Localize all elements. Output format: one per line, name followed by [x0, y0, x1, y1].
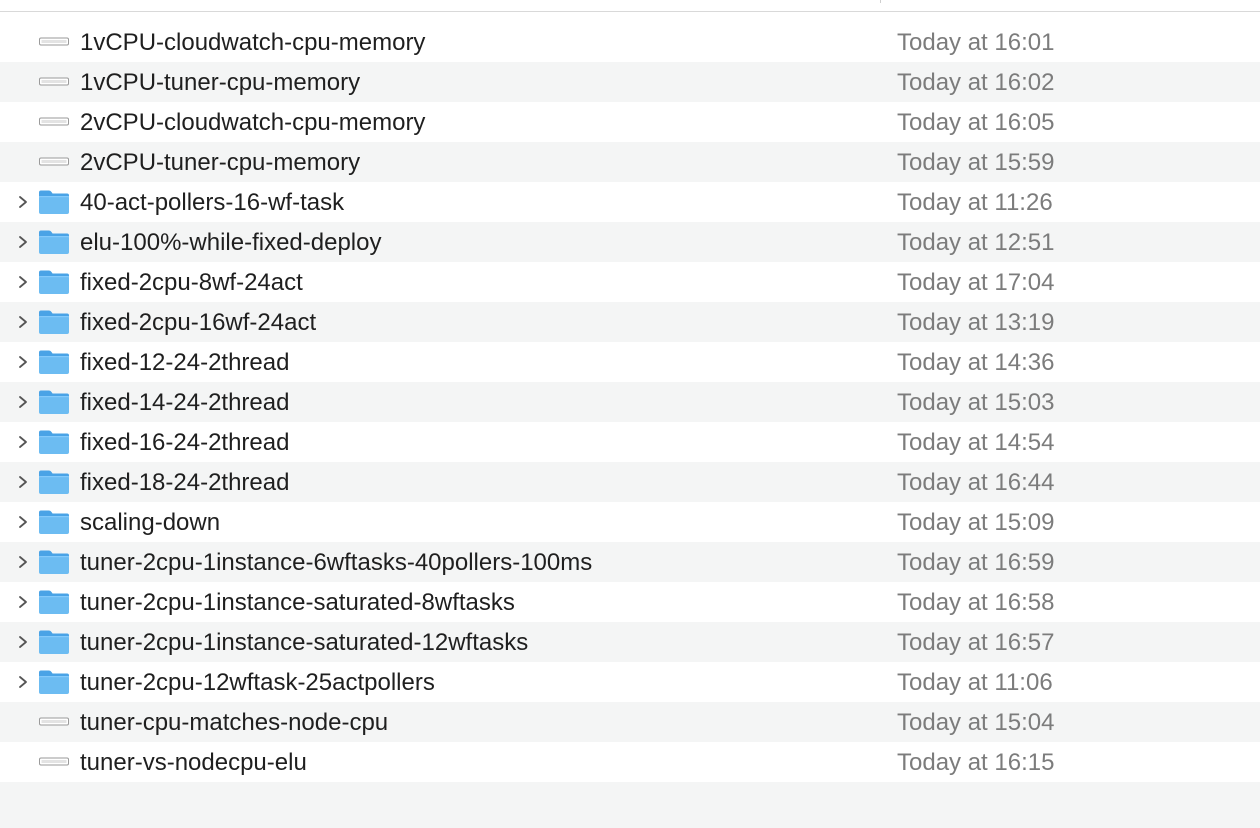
item-date-modified: Today at 15:04	[897, 709, 1055, 736]
folder-icon	[38, 629, 70, 655]
item-date-modified: Today at 14:54	[897, 429, 1055, 456]
item-name[interactable]: tuner-2cpu-1instance-saturated-12wftasks	[80, 622, 528, 662]
item-date-modified: Today at 11:26	[897, 189, 1053, 216]
disclosure-chevron-icon[interactable]	[17, 355, 29, 369]
item-name[interactable]: tuner-2cpu-12wftask-25actpollers	[80, 662, 435, 702]
item-date-modified: Today at 16:57	[897, 629, 1055, 656]
folder-row[interactable]: fixed-12-24-2thread Today at 14:36	[0, 342, 1260, 382]
item-name[interactable]: elu-100%-while-fixed-deploy	[80, 222, 382, 262]
item-name[interactable]: 2vCPU-cloudwatch-cpu-memory	[80, 102, 425, 142]
disclosure-chevron-icon[interactable]	[17, 435, 29, 449]
item-date-modified: Today at 16:01	[897, 29, 1055, 56]
item-date-modified: Today at 15:03	[897, 389, 1055, 416]
folder-row[interactable]: tuner-2cpu-1instance-saturated-8wftasks T…	[0, 582, 1260, 622]
item-date-modified: Today at 16:15	[897, 749, 1055, 776]
empty-list-area	[0, 782, 1260, 828]
document-icon	[38, 109, 70, 135]
item-name[interactable]: fixed-12-24-2thread	[80, 342, 289, 382]
folder-row[interactable]: elu-100%-while-fixed-deploy Today at 12:5…	[0, 222, 1260, 262]
item-date-modified: Today at 16:59	[897, 549, 1055, 576]
disclosure-chevron-icon[interactable]	[17, 515, 29, 529]
folder-icon	[38, 189, 70, 215]
disclosure-chevron-icon[interactable]	[17, 635, 29, 649]
folder-icon	[38, 269, 70, 295]
item-date-modified: Today at 12:51	[897, 229, 1055, 256]
folder-row[interactable]: tuner-2cpu-1instance-saturated-12wftasks…	[0, 622, 1260, 662]
folder-icon	[38, 349, 70, 375]
item-date-modified: Today at 15:09	[897, 509, 1055, 536]
folder-row[interactable]: fixed-18-24-2thread Today at 16:44	[0, 462, 1260, 502]
item-name[interactable]: 40-act-pollers-16-wf-task	[80, 182, 344, 222]
item-date-modified: Today at 11:06	[897, 669, 1053, 696]
folder-row[interactable]: tuner-2cpu-12wftask-25actpollers Today at…	[0, 662, 1260, 702]
disclosure-chevron-icon[interactable]	[17, 555, 29, 569]
folder-icon	[38, 389, 70, 415]
folder-icon	[38, 509, 70, 535]
item-date-modified: Today at 16:44	[897, 469, 1055, 496]
folder-row[interactable]: 40-act-pollers-16-wf-task Today at 11:26	[0, 182, 1260, 222]
disclosure-chevron-icon[interactable]	[17, 275, 29, 289]
item-name[interactable]: tuner-vs-nodecpu-elu	[80, 742, 307, 782]
item-name[interactable]: 1vCPU-tuner-cpu-memory	[80, 62, 360, 102]
folder-row[interactable]: fixed-2cpu-16wf-24act Today at 13:19	[0, 302, 1260, 342]
folder-row[interactable]: fixed-14-24-2thread Today at 15:03	[0, 382, 1260, 422]
disclosure-chevron-icon[interactable]	[17, 195, 29, 209]
item-name[interactable]: fixed-16-24-2thread	[80, 422, 289, 462]
item-name[interactable]: fixed-2cpu-16wf-24act	[80, 302, 316, 342]
folder-row[interactable]: tuner-2cpu-1instance-6wftasks-40pollers-…	[0, 542, 1260, 582]
folder-row[interactable]: fixed-2cpu-8wf-24act Today at 17:04	[0, 262, 1260, 302]
item-name[interactable]: 2vCPU-tuner-cpu-memory	[80, 142, 360, 182]
item-date-modified: Today at 16:02	[897, 69, 1055, 96]
document-icon	[38, 749, 70, 775]
item-date-modified: Today at 15:59	[897, 149, 1055, 176]
item-name[interactable]: fixed-18-24-2thread	[80, 462, 289, 502]
document-icon	[38, 149, 70, 175]
item-name[interactable]: tuner-2cpu-1instance-6wftasks-40pollers-…	[80, 542, 592, 582]
disclosure-chevron-icon[interactable]	[17, 595, 29, 609]
item-date-modified: Today at 17:04	[897, 269, 1055, 296]
file-row[interactable]: tuner-cpu-matches-node-cpu Today at 15:04	[0, 702, 1260, 742]
item-name[interactable]: fixed-2cpu-8wf-24act	[80, 262, 303, 302]
folder-icon	[38, 549, 70, 575]
item-name[interactable]: tuner-cpu-matches-node-cpu	[80, 702, 388, 742]
folder-icon	[38, 669, 70, 695]
disclosure-chevron-icon[interactable]	[17, 235, 29, 249]
document-icon	[38, 29, 70, 55]
item-name[interactable]: scaling-down	[80, 502, 220, 542]
item-date-modified: Today at 13:19	[897, 309, 1055, 336]
folder-icon	[38, 589, 70, 615]
file-row[interactable]: tuner-vs-nodecpu-elu Today at 16:15	[0, 742, 1260, 782]
document-icon	[38, 69, 70, 95]
file-list: 1vCPU-cloudwatch-cpu-memory Today at 16:0…	[0, 22, 1260, 782]
column-divider[interactable]	[880, 0, 881, 3]
folder-row[interactable]: scaling-down Today at 15:09	[0, 502, 1260, 542]
column-header-bar	[0, 0, 1260, 12]
item-date-modified: Today at 16:58	[897, 589, 1055, 616]
file-row[interactable]: 2vCPU-cloudwatch-cpu-memory Today at 16:0…	[0, 102, 1260, 142]
item-name[interactable]: 1vCPU-cloudwatch-cpu-memory	[80, 22, 425, 62]
item-date-modified: Today at 14:36	[897, 349, 1055, 376]
folder-icon	[38, 229, 70, 255]
disclosure-chevron-icon[interactable]	[17, 675, 29, 689]
disclosure-chevron-icon[interactable]	[17, 315, 29, 329]
folder-icon	[38, 469, 70, 495]
disclosure-chevron-icon[interactable]	[17, 475, 29, 489]
disclosure-chevron-icon[interactable]	[17, 395, 29, 409]
item-name[interactable]: fixed-14-24-2thread	[80, 382, 289, 422]
folder-icon	[38, 309, 70, 335]
item-name[interactable]: tuner-2cpu-1instance-saturated-8wftasks	[80, 582, 515, 622]
folder-icon	[38, 429, 70, 455]
file-row[interactable]: 1vCPU-tuner-cpu-memory Today at 16:02	[0, 62, 1260, 102]
file-row[interactable]: 2vCPU-tuner-cpu-memory Today at 15:59	[0, 142, 1260, 182]
folder-row[interactable]: fixed-16-24-2thread Today at 14:54	[0, 422, 1260, 462]
document-icon	[38, 709, 70, 735]
file-row[interactable]: 1vCPU-cloudwatch-cpu-memory Today at 16:0…	[0, 22, 1260, 62]
item-date-modified: Today at 16:05	[897, 109, 1055, 136]
